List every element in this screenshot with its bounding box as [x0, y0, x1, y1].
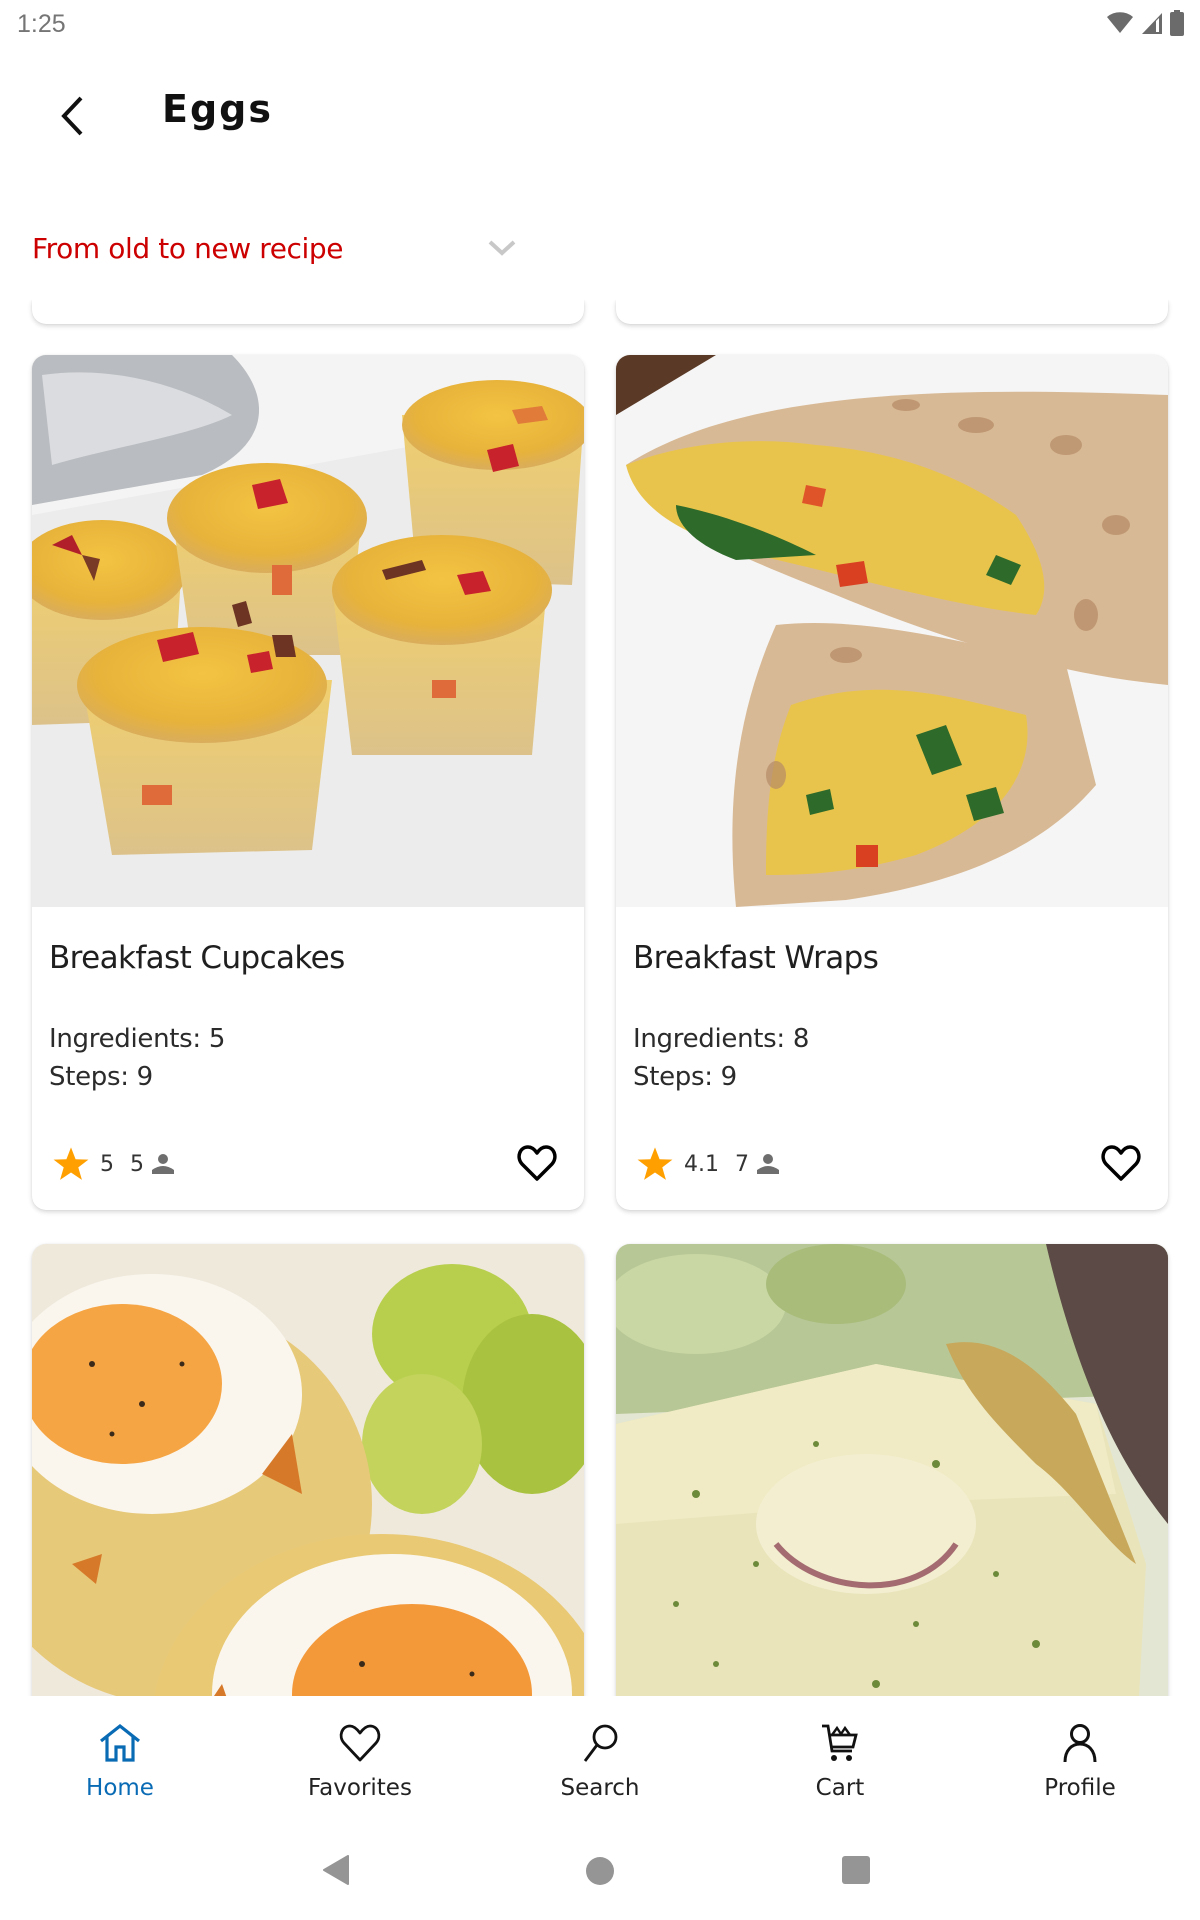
heart-icon: [339, 1724, 381, 1762]
nav-item-cart[interactable]: Cart: [720, 1696, 960, 1820]
heart-outline-icon: [1101, 1145, 1141, 1181]
home-icon: [100, 1723, 140, 1762]
nav-label: Cart: [815, 1775, 865, 1801]
recipe-meta: Ingredients: 5 Steps: 9: [49, 1020, 225, 1096]
nav-item-profile[interactable]: Profile: [960, 1696, 1200, 1820]
nav-item-home[interactable]: Home: [0, 1696, 240, 1820]
sort-dropdown[interactable]: From old to new recipe: [32, 220, 522, 276]
recents-square-icon[interactable]: [840, 1855, 874, 1887]
wifi-icon: [1107, 12, 1133, 33]
recipe-photo-breakfast-wraps: [616, 355, 1168, 907]
cellular-signal-icon: [1142, 13, 1162, 34]
recipe-card[interactable]: Breakfast Cupcakes Ingredients: 5 Steps:…: [32, 355, 584, 1210]
star-icon: [637, 1147, 673, 1180]
recipe-title: Breakfast Cupcakes: [49, 940, 345, 976]
person-icon: [757, 1154, 779, 1174]
sort-selected-value: From old to new recipe: [32, 231, 344, 265]
back-button[interactable]: [46, 84, 98, 148]
recipe-image: [32, 355, 584, 907]
cart-icon: [822, 1724, 858, 1761]
review-count: 7: [735, 1151, 749, 1177]
rating-value: 5: [100, 1151, 114, 1177]
recipe-card-partial[interactable]: [32, 300, 584, 324]
recipe-card[interactable]: [32, 1244, 584, 1696]
nav-item-favorites[interactable]: Favorites: [240, 1696, 480, 1820]
review-count: 5: [130, 1151, 144, 1177]
recipe-photo-hash-brown-egg-nests: [32, 1244, 584, 1696]
favorite-button[interactable]: [514, 1140, 560, 1186]
back-triangle-icon[interactable]: [322, 1855, 350, 1885]
recipe-steps: Steps: 9: [633, 1062, 737, 1092]
status-bar: 1:25: [0, 0, 1200, 50]
heart-outline-icon: [517, 1145, 557, 1181]
status-icons: [1106, 10, 1184, 36]
recipe-card-body: Breakfast Wraps Ingredients: 8 Steps: 9 …: [616, 907, 1168, 1210]
system-navigation-bar: [0, 1820, 1200, 1920]
recipe-card-body: Breakfast Cupcakes Ingredients: 5 Steps:…: [32, 907, 584, 1210]
recipe-image: [616, 355, 1168, 907]
rating-value: 4.1: [684, 1151, 719, 1177]
recipe-card[interactable]: Breakfast Wraps Ingredients: 8 Steps: 9 …: [616, 355, 1168, 1210]
nav-label: Profile: [1044, 1775, 1116, 1801]
recipe-card[interactable]: [616, 1244, 1168, 1696]
recipe-photo-vegetable-frittata: [616, 1244, 1168, 1696]
nav-label: Favorites: [308, 1775, 412, 1801]
nav-label: Search: [560, 1775, 640, 1801]
page-title: Eggs: [162, 87, 273, 131]
recipe-title: Breakfast Wraps: [633, 940, 879, 976]
recipe-ingredients: Ingredients: 8: [633, 1024, 810, 1054]
recipe-grid[interactable]: Breakfast Cupcakes Ingredients: 5 Steps:…: [0, 300, 1200, 1696]
favorite-button[interactable]: [1098, 1140, 1144, 1186]
recipe-steps: Steps: 9: [49, 1062, 153, 1092]
rating-row: 5 5: [52, 1144, 174, 1184]
chevron-down-icon: [488, 240, 516, 256]
recipe-photo-egg-muffins: [32, 355, 584, 907]
battery-icon: [1170, 10, 1184, 36]
recipe-image: [32, 1244, 584, 1696]
nav-label: Home: [86, 1775, 154, 1801]
recipe-image: [616, 1244, 1168, 1696]
bottom-navigation: Home Favorites Search Cart Profile: [0, 1696, 1200, 1820]
recipe-card-partial[interactable]: [616, 300, 1168, 324]
star-icon: [53, 1147, 89, 1180]
nav-item-search[interactable]: Search: [480, 1696, 720, 1820]
rating-row: 4.1 7: [636, 1144, 779, 1184]
person-icon: [152, 1154, 174, 1174]
search-icon: [583, 1724, 618, 1762]
chevron-left-icon: [61, 96, 83, 136]
recipe-meta: Ingredients: 8 Steps: 9: [633, 1020, 809, 1096]
person-icon: [1063, 1724, 1097, 1763]
app-bar: Eggs: [0, 60, 1200, 164]
home-circle-icon[interactable]: [584, 1855, 616, 1887]
status-time: 1:25: [17, 10, 66, 38]
recipe-ingredients: Ingredients: 5: [49, 1024, 226, 1054]
